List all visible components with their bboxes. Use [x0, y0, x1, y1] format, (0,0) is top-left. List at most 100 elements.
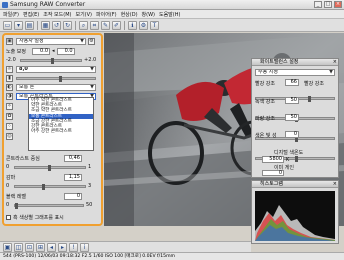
menu-edit[interactable]: 편집(E)	[23, 11, 39, 18]
tone-select[interactable]: 보통 톤 ▼	[16, 83, 96, 91]
grid-icon[interactable]: ▦	[41, 20, 50, 30]
red-input[interactable]: 66	[285, 79, 299, 86]
white-balance-select[interactable]: 8,0 ▼	[16, 65, 96, 73]
warning-icon[interactable]: !	[69, 242, 78, 252]
preset-select[interactable]: 사용자 설정 ▼	[16, 37, 86, 45]
window-title: Samsung RAW Converter	[10, 1, 86, 8]
wb-mode-select[interactable]: 수동 지정 ▼	[255, 69, 335, 76]
histogram-graph	[255, 191, 335, 241]
maximize-button[interactable]: □	[324, 1, 332, 8]
black-level-input[interactable]: 0	[64, 192, 82, 200]
white-balance-panel: 화이트밸런스 설정 × 수동 지정 ▼ 빨강 강조 66 빨강 강조 녹색 강조 …	[251, 58, 339, 178]
red-label: 빨강 강조	[255, 81, 275, 87]
toolbar-divider	[75, 20, 76, 30]
info-icon[interactable]: ℹ	[128, 20, 137, 30]
red-label-2: 빨강 강조	[304, 81, 324, 87]
gear-icon[interactable]: ⚙	[139, 20, 148, 30]
exposure-max: +2.0	[84, 57, 97, 63]
wb-mode-value: 수동 지정	[258, 69, 278, 75]
noise-icon[interactable]: ⁘	[6, 123, 13, 130]
lens-icon[interactable]: ◎	[6, 133, 13, 140]
contrast-center-slider[interactable]	[14, 164, 86, 171]
slider-thumb[interactable]	[42, 183, 45, 190]
text-icon[interactable]: T	[150, 20, 159, 30]
thumbnail-icon[interactable]: ▣	[3, 242, 12, 252]
contrast-range-min: 0	[6, 164, 10, 170]
close-icon[interactable]: ×	[333, 181, 337, 187]
black-level-slider[interactable]	[14, 202, 84, 209]
compare-icon[interactable]: ◫	[14, 242, 23, 252]
histogram-panel-title[interactable]: 히스토그램	[252, 181, 338, 188]
chevron-down-icon: ▼	[329, 69, 333, 75]
folder-icon[interactable]: ▭	[3, 20, 12, 30]
title-bar: Samsung RAW Converter _ □ ×	[0, 0, 344, 10]
chevron-down-icon: ▼	[80, 37, 84, 44]
minimize-button[interactable]: _	[314, 1, 322, 8]
exposure-input-2[interactable]: 0.0	[56, 47, 75, 55]
exposure-input[interactable]: 0.0	[32, 47, 50, 55]
show-graph-label: 흑 색상별 그래프를 표시	[13, 214, 64, 221]
kelvin-input[interactable]: 5800	[262, 156, 284, 163]
menu-bar: 파일(F) 편집(E) 조작 모드(M) 보기(V) 파이어(F) 현상(D) …	[0, 10, 344, 19]
black-range-min: 0	[6, 202, 10, 208]
chevron-down-icon: ▼	[90, 83, 94, 90]
rotate-right-icon[interactable]: ↻	[63, 20, 72, 30]
color-icon[interactable]: ✿	[6, 113, 13, 120]
tint-input[interactable]: 0	[285, 131, 299, 138]
brush-icon[interactable]: ✐	[112, 20, 121, 30]
slider-thumb[interactable]	[48, 164, 51, 171]
gamma-slider[interactable]	[14, 183, 86, 190]
status-bar: 544 (PRS-100) 12/06/03 09:18:32 F2.5 1/6…	[0, 252, 344, 260]
preset-icon: ▣	[6, 37, 13, 45]
contrast-dropdown-list: 아주 약한 콘트라스트 약한 콘트라스트 조금 약한 콘트라스트 보통 콘트라스…	[28, 97, 94, 151]
black-level-label: 블랙 레벨	[6, 193, 26, 200]
actual-size-icon[interactable]: ⊞	[36, 242, 45, 252]
adjustment-panel: ▣ 사용자 설정 ▼ ⚙ 노출 보정 0.0 ◂ 0.0 -2.0 +2.0 ☼ …	[2, 33, 103, 226]
menu-help[interactable]: 도움말(H)	[159, 11, 180, 18]
contrast-center-input[interactable]: 0,46	[64, 154, 82, 162]
zoom-icon[interactable]: ⌕	[79, 20, 88, 30]
gain-input[interactable]: 0	[262, 170, 284, 176]
toolbar: ▭ ▾ ▤ ▦ ↺ ↻ ⌕ ⌗ ✎ ✐ ℹ ⚙ T	[0, 19, 344, 32]
gamma-input[interactable]: 1,15	[64, 173, 82, 181]
green-label: 녹색 강조	[255, 99, 275, 105]
menu-file2[interactable]: 파이어(F)	[96, 11, 117, 18]
dropper-icon[interactable]: ✎	[101, 20, 110, 30]
prev-icon[interactable]: ◂	[47, 242, 56, 252]
histogram-panel: 히스토그램 ×	[251, 180, 339, 244]
exposure-slider[interactable]	[20, 57, 82, 64]
next-icon[interactable]: ▸	[58, 242, 67, 252]
slider-thumb[interactable]	[15, 202, 18, 209]
crop-icon[interactable]: ⌗	[90, 20, 99, 30]
menu-develop[interactable]: 현상(D)	[121, 11, 138, 18]
slider-thumb[interactable]	[295, 156, 298, 162]
print-icon[interactable]: ▤	[25, 20, 34, 30]
close-button[interactable]: ×	[334, 1, 342, 8]
bottom-toolbar: ▣ ◫ ⊡ ⊞ ◂ ▸ ! i	[0, 241, 251, 252]
sharpen-icon[interactable]: ✧	[6, 103, 13, 110]
show-graph-checkbox[interactable]	[6, 214, 11, 220]
menu-window[interactable]: 창(W)	[142, 11, 155, 18]
toolbar-divider	[37, 20, 38, 30]
menu-file[interactable]: 파일(F)	[3, 11, 19, 18]
save-icon[interactable]: ▾	[14, 20, 23, 30]
white-balance-value: 8,0	[19, 65, 28, 72]
menu-view[interactable]: 보기(V)	[75, 11, 92, 18]
slider-thumb[interactable]	[59, 75, 62, 82]
green-input[interactable]: 50	[285, 97, 299, 104]
wb-panel-title[interactable]: 화이트밸런스 설정	[252, 59, 338, 66]
close-icon[interactable]: ×	[333, 59, 337, 65]
settings-icon[interactable]: ⚙	[88, 37, 95, 45]
fit-icon[interactable]: ⊡	[25, 242, 34, 252]
rotate-left-icon[interactable]: ↺	[52, 20, 61, 30]
contrast-option[interactable]: 아주 강한 콘트라스트	[29, 129, 93, 134]
menu-mode[interactable]: 조작 모드(M)	[43, 11, 71, 18]
gamma-label: 감마	[6, 174, 16, 181]
temperature-slider[interactable]	[16, 75, 96, 82]
slider-thumb[interactable]	[308, 96, 311, 102]
slider-thumb[interactable]	[51, 57, 54, 64]
info-icon[interactable]: i	[80, 242, 89, 252]
blue-input[interactable]: 50	[285, 114, 299, 121]
contrast-center-label: 콘트라스트 중심	[6, 155, 40, 162]
chevron-down-icon: ▼	[90, 65, 94, 72]
